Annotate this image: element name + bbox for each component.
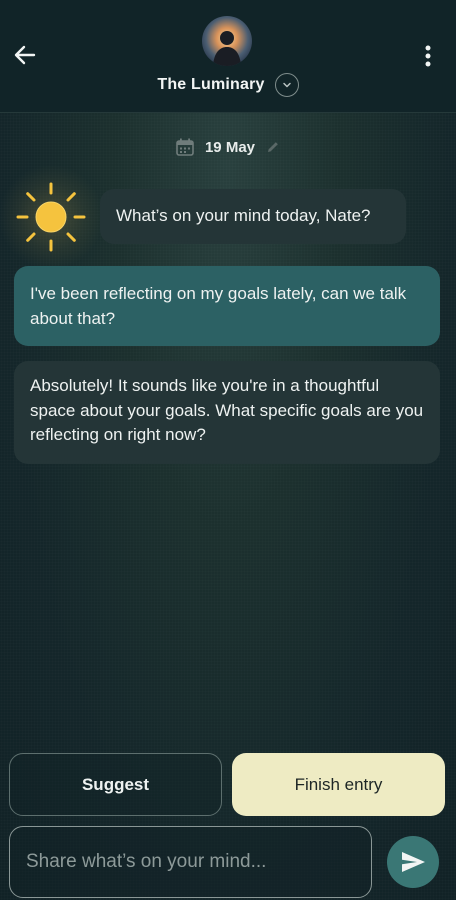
suggest-button[interactable]: Suggest [9,753,222,816]
pencil-icon[interactable] [265,139,281,155]
person-silhouette-icon [202,16,252,66]
more-vertical-icon [425,45,431,67]
user-message: I've been reflecting on my goals lately,… [14,266,440,346]
finish-entry-button[interactable]: Finish entry [232,753,445,816]
message-input[interactable] [10,827,371,897]
title-dropdown-button[interactable] [274,73,299,97]
more-options-button[interactable] [414,40,442,72]
page-title: The Luminary [157,76,265,93]
message-input-container [9,826,372,898]
app-header: The Luminary [0,0,456,113]
sun-icon [0,164,104,270]
avatar[interactable] [202,16,252,66]
date-label: 19 May [204,138,256,156]
arrow-left-icon [14,45,36,65]
chevron-down-icon [282,82,291,88]
calendar-icon [176,138,194,156]
entry-date: 19 May [0,134,456,160]
assistant-message: What’s on your mind today, Nate? [100,189,406,244]
send-icon [402,852,425,872]
assistant-message: Absolutely! It sounds like you're in a t… [14,361,440,464]
back-button[interactable] [6,36,44,74]
title-row: The Luminary [0,70,456,100]
send-button[interactable] [387,836,439,888]
